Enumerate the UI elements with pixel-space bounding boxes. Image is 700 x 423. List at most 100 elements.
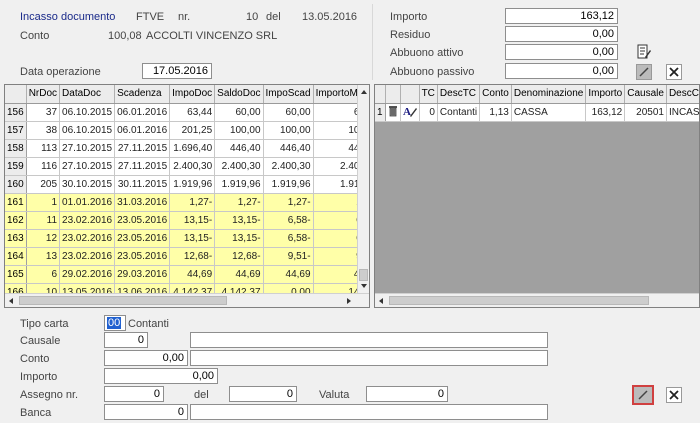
abbuono-passivo-field[interactable]: 0,00: [505, 63, 618, 79]
table-row[interactable]: 156 37 06.10.2015 06.01.2016 63,44 60,00 60,00…: [5, 103, 369, 122]
table-cell[interactable]: 30.11.2015: [114, 175, 171, 194]
table-row[interactable]: 164 13 23.02.2016 23.05.2016 12,68- 12,68- 9,5…: [5, 247, 369, 266]
assegno-field[interactable]: 0: [104, 386, 164, 402]
table-cell[interactable]: 1: [26, 193, 61, 212]
row-header[interactable]: 164: [5, 247, 27, 266]
banca-desc-field[interactable]: [190, 404, 548, 420]
row-header[interactable]: 157: [5, 121, 27, 140]
table-cell[interactable]: 11: [26, 211, 61, 230]
banca-code-field[interactable]: 0: [104, 404, 188, 420]
table-row[interactable]: 163 12 23.02.2016 23.05.2016 13,15- 13,15- 6,5…: [5, 229, 369, 248]
cancel-close-icon[interactable]: [666, 64, 682, 80]
conto-desc-field[interactable]: [190, 350, 548, 366]
table-cell[interactable]: CASSA: [511, 103, 587, 122]
table-cell[interactable]: 13,15-: [169, 229, 216, 248]
table-cell[interactable]: 100,00: [214, 121, 264, 140]
table-cell[interactable]: 27.10.2015: [59, 139, 116, 158]
table-cell[interactable]: 12,68-: [214, 247, 264, 266]
residuo-field[interactable]: 0,00: [505, 26, 618, 42]
col-header[interactable]: Scadenza: [114, 85, 171, 104]
text-edit-icon[interactable]: A: [400, 103, 420, 122]
col-header[interactable]: Importo: [585, 85, 626, 104]
trash-icon[interactable]: [385, 103, 401, 122]
table-cell[interactable]: 06.10.2015: [59, 103, 116, 122]
movimenti-hscroll-thumb[interactable]: [389, 296, 649, 305]
tipo-carta-code-field[interactable]: 00: [104, 315, 126, 331]
table-cell[interactable]: 01.01.2016: [59, 193, 116, 212]
row-header[interactable]: 156: [5, 103, 27, 122]
causale-code-field[interactable]: 0: [104, 332, 148, 348]
table-cell[interactable]: 27.11.2015: [114, 157, 171, 176]
table-cell[interactable]: Contanti: [437, 103, 481, 122]
row-header[interactable]: 1: [375, 103, 386, 122]
table-cell[interactable]: 163,12: [585, 103, 626, 122]
table-row[interactable]: 157 38 06.10.2015 06.01.2016 201,25 100,00 100…: [5, 121, 369, 140]
table-cell[interactable]: 63,44: [169, 103, 216, 122]
table-row[interactable]: 161101.01.201631.03.20161,27-1,27-1,27-1…: [5, 193, 369, 212]
table-cell[interactable]: 6,58-: [263, 229, 314, 248]
table-cell[interactable]: 44,69: [169, 265, 216, 284]
table-cell[interactable]: 30.10.2015: [59, 175, 116, 194]
table-cell[interactable]: 0: [419, 103, 438, 122]
scadenze-vscrollbar[interactable]: [357, 85, 369, 293]
table-cell[interactable]: 201,25: [169, 121, 216, 140]
scroll-right-icon[interactable]: [347, 298, 351, 304]
scroll-up-icon[interactable]: [361, 90, 367, 94]
table-cell[interactable]: 20501: [624, 103, 667, 122]
table-cell[interactable]: 1.696,40: [169, 139, 216, 158]
table-cell[interactable]: 29.02.2016: [59, 265, 116, 284]
table-cell[interactable]: 29.03.2016: [114, 265, 171, 284]
table-cell[interactable]: 06.01.2016: [114, 103, 171, 122]
table-cell[interactable]: 6,58-: [263, 211, 314, 230]
note-edit-icon[interactable]: [636, 44, 652, 60]
table-cell[interactable]: 446,40: [263, 139, 314, 158]
table-cell[interactable]: 60,00: [214, 103, 264, 122]
table-cell[interactable]: 1,27-: [263, 193, 314, 212]
table-row[interactable]: 158 113 27.10.2015 27.11.2015 1.696,40 446,40…: [5, 139, 369, 158]
col-header[interactable]: Causale: [624, 85, 667, 104]
del-field[interactable]: 0: [229, 386, 297, 402]
table-cell[interactable]: 13,15-: [169, 211, 216, 230]
row-header[interactable]: 165: [5, 265, 27, 284]
row-header[interactable]: 160: [5, 175, 27, 194]
table-cell[interactable]: 23.02.2016: [59, 229, 116, 248]
table-cell[interactable]: 9,51-: [263, 247, 314, 266]
col-header[interactable]: DataDoc: [59, 85, 116, 104]
table-cell[interactable]: 446,40: [214, 139, 264, 158]
table-cell[interactable]: 38: [26, 121, 61, 140]
table-cell[interactable]: 1.919,96: [169, 175, 216, 194]
col-header[interactable]: Denominazione: [511, 85, 587, 104]
table-row[interactable]: 1 A0Contanti1,13CASSA163,1220501INCASSO C…: [375, 103, 699, 122]
col-header[interactable]: SaldoDoc: [214, 85, 264, 104]
table-cell[interactable]: 1,13: [479, 103, 512, 122]
table-cell[interactable]: 23.05.2016: [114, 247, 171, 266]
table-cell[interactable]: 1,27-: [214, 193, 264, 212]
table-cell[interactable]: 13: [26, 247, 61, 266]
table-cell[interactable]: 1,27-: [169, 193, 216, 212]
scadenze-hscroll-thumb[interactable]: [19, 296, 227, 305]
col-header[interactable]: ImpoDoc: [169, 85, 216, 104]
table-row[interactable]: 160 205 30.10.2015 30.11.2015 1.919,96 1.919,…: [5, 175, 369, 194]
row-header[interactable]: 159: [5, 157, 27, 176]
table-cell[interactable]: 06.01.2016: [114, 121, 171, 140]
table-cell[interactable]: 37: [26, 103, 61, 122]
table-cell[interactable]: 44,69: [214, 265, 264, 284]
table-cell[interactable]: 1.919,96: [214, 175, 264, 194]
table-cell[interactable]: 27.11.2015: [114, 139, 171, 158]
scroll-down-icon[interactable]: [361, 284, 367, 288]
col-header[interactable]: DescCaus: [666, 85, 699, 104]
causale-desc-field[interactable]: [190, 332, 548, 348]
movimenti-hscrollbar[interactable]: [375, 293, 699, 307]
table-cell[interactable]: 13,15-: [214, 211, 264, 230]
scadenze-vscroll-thumb[interactable]: [359, 269, 368, 281]
row-header[interactable]: 158: [5, 139, 27, 158]
row-header[interactable]: 162: [5, 211, 27, 230]
table-cell[interactable]: 116: [26, 157, 61, 176]
table-cell[interactable]: 23.02.2016: [59, 211, 116, 230]
abbuono-attivo-field[interactable]: 0,00: [505, 44, 618, 60]
col-header[interactable]: Conto: [479, 85, 512, 104]
table-cell[interactable]: 1.919,96: [263, 175, 314, 194]
table-cell[interactable]: 06.10.2015: [59, 121, 116, 140]
table-row[interactable]: 162 11 23.02.2016 23.05.2016 13,15- 13,15- 6,5…: [5, 211, 369, 230]
table-cell[interactable]: 2.400,30: [263, 157, 314, 176]
